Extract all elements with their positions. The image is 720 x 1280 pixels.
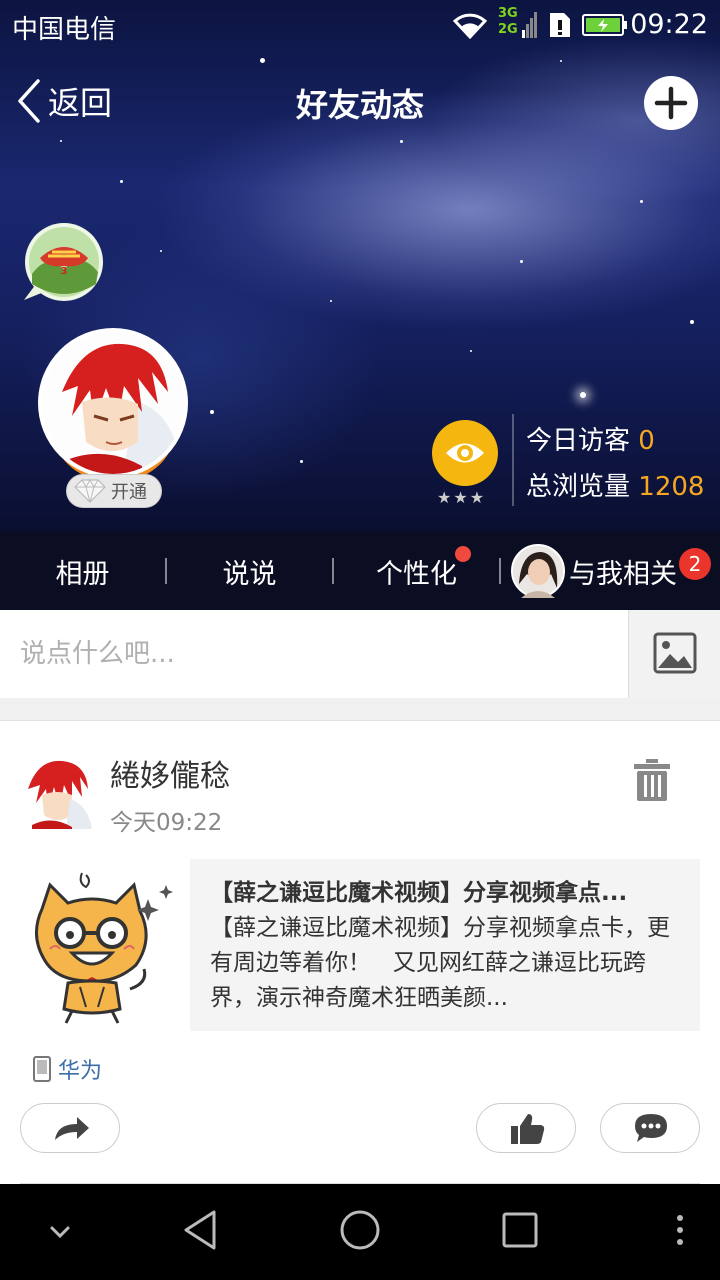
- total-views-count: 1208: [638, 472, 705, 502]
- like-button[interactable]: [476, 1103, 576, 1153]
- comment-button[interactable]: [600, 1103, 700, 1153]
- carrier-name: 中国电信: [12, 15, 117, 45]
- tab-album[interactable]: 相册: [0, 552, 165, 591]
- add-image-button[interactable]: [628, 610, 720, 698]
- tab-related-label: 与我相关: [569, 558, 677, 590]
- eye-icon: [446, 443, 484, 463]
- tab-personalize-label: 个性化: [376, 558, 457, 590]
- shared-thumbnail: [20, 859, 190, 1031]
- profile-avatar-area: 开通: [38, 328, 188, 508]
- shared-title: 【薛之谦逗比魔术视频】分享视频拿点...: [210, 880, 628, 906]
- shared-description: 【薛之谦逗比魔术视频】分享视频拿点卡，更有周边等着你！ ￼ ￼ 又见网红薛之谦逗…: [210, 915, 670, 1011]
- unread-count-badge: 2: [679, 547, 711, 580]
- stats-divider: [512, 414, 514, 506]
- sim-alert-icon: [550, 13, 570, 37]
- battery-icon: [582, 14, 627, 36]
- back-triangle-icon[interactable]: [180, 1208, 220, 1252]
- today-visitors-count: 0: [638, 426, 655, 456]
- shared-link-card[interactable]: 【薛之谦逗比魔术视频】分享视频拿点... 【薛之谦逗比魔术视频】分享视频拿点卡，…: [20, 859, 700, 1031]
- more-vertical-icon[interactable]: [668, 1208, 692, 1252]
- level-stars: ★★★: [437, 488, 487, 507]
- top-nav: 返回 好友动态: [0, 70, 720, 134]
- clock: 09:22: [630, 9, 708, 40]
- tab-personalize[interactable]: 个性化: [334, 545, 499, 591]
- profile-tabs: 相册 说说 个性化 与我相关 2: [0, 532, 720, 610]
- diamond-icon: [74, 479, 106, 503]
- post-author-avatar[interactable]: [22, 755, 94, 829]
- home-circle-icon[interactable]: [338, 1208, 382, 1252]
- status-bar: 中国电信 3G 2G 09:22: [0, 0, 720, 50]
- device-name: 华为: [58, 1059, 103, 1084]
- thumbs-up-icon: [511, 1114, 545, 1144]
- image-icon: [653, 632, 697, 674]
- tab-related-to-me[interactable]: 与我相关 2: [501, 544, 719, 598]
- vip-open-button[interactable]: 开通: [66, 474, 162, 508]
- avatar: [511, 544, 565, 598]
- post-timestamp: 今天09:22: [110, 810, 223, 836]
- svg-text:3: 3: [61, 266, 68, 277]
- game-badge-icon[interactable]: 3: [22, 222, 106, 304]
- tab-moments-label: 说说: [222, 558, 277, 590]
- share-button[interactable]: [20, 1103, 120, 1153]
- phone-icon: [33, 1056, 51, 1082]
- notification-dot: [455, 545, 471, 562]
- today-visitors[interactable]: 今日访客 0: [526, 420, 655, 457]
- tab-album-label: 相册: [55, 558, 110, 590]
- visitor-button[interactable]: [432, 420, 498, 486]
- total-views-label: 总浏览量: [526, 472, 631, 502]
- screen: 中国电信 3G 2G 09:22 返回 好友动态 3 开通 ★★★ 今日访客 0…: [0, 0, 720, 1280]
- add-button[interactable]: [644, 76, 698, 130]
- feed-post: 綣姼儱稔 今天09:22 【薛之谦逗比魔术视频】分享视频拿点... 【薛之谦逗比…: [0, 720, 720, 1185]
- today-visitors-label: 今日访客: [526, 426, 631, 456]
- plus-icon: [654, 86, 688, 120]
- post-device: 华为: [32, 1053, 102, 1085]
- share-arrow-icon: [55, 1117, 89, 1140]
- avatar[interactable]: [38, 328, 188, 478]
- system-navigation-bar: [0, 1184, 720, 1280]
- status-composer: [0, 610, 720, 698]
- vip-label: 开通: [111, 482, 147, 503]
- chevron-down-icon[interactable]: [44, 1214, 76, 1250]
- tab-moments[interactable]: 说说: [167, 552, 332, 591]
- status-input[interactable]: [0, 610, 628, 698]
- recent-apps-icon[interactable]: [500, 1208, 540, 1252]
- post-author-name[interactable]: 綣姼儱稔: [110, 751, 230, 795]
- wifi-icon: [452, 13, 488, 39]
- comment-icon: [635, 1114, 667, 1142]
- total-views[interactable]: 总浏览量 1208: [526, 466, 704, 503]
- shared-text: 【薛之谦逗比魔术视频】分享视频拿点... 【薛之谦逗比魔术视频】分享视频拿点卡，…: [190, 859, 700, 1031]
- mobile-signal-icon: 3G 2G: [498, 6, 538, 42]
- page-title: 好友动态: [295, 86, 424, 124]
- trash-icon[interactable]: [634, 759, 670, 801]
